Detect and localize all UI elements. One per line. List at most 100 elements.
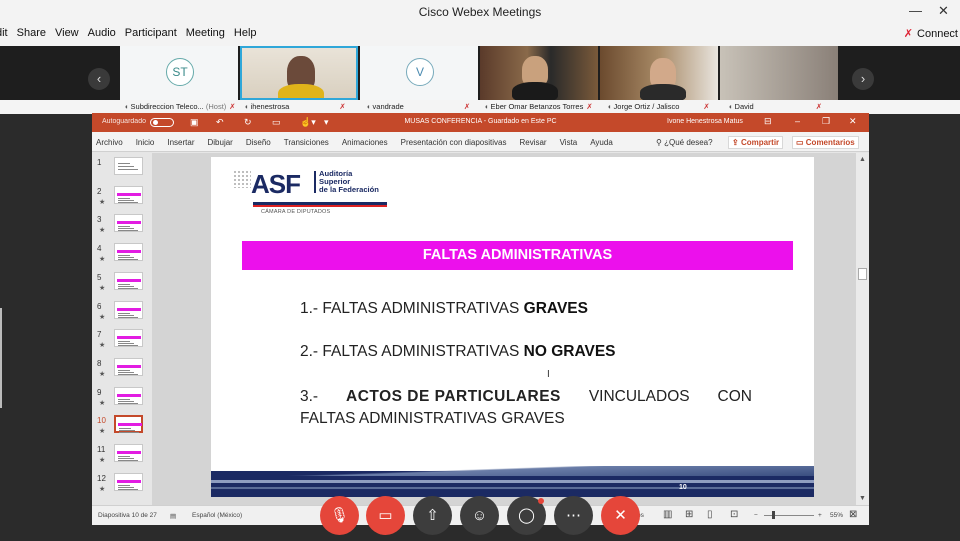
thumbnail-line (118, 486, 134, 488)
strip-next-button[interactable]: › (852, 68, 874, 90)
scroll-up-icon[interactable]: ▲ (859, 156, 866, 163)
current-slide[interactable]: ASF Auditoría Superior de la Federación … (211, 157, 814, 497)
animation-star-icon: ★ (99, 227, 106, 235)
participant-video-tile[interactable] (720, 46, 838, 100)
slide-thumbnail[interactable]: 3 ★ (92, 213, 152, 239)
slide-thumbnail[interactable]: 8 ★ (92, 357, 152, 383)
tab-vista[interactable]: Vista (560, 138, 578, 147)
tab-insertar[interactable]: Insertar (167, 138, 194, 147)
slide-thumbnail[interactable]: 6 ★ (92, 300, 152, 326)
logo-separator (314, 171, 316, 193)
thumbnail-line (118, 484, 130, 486)
menu-share[interactable]: Share (17, 27, 46, 39)
thumbnail-banner (118, 423, 142, 427)
tab-transiciones[interactable]: Transiciones (284, 138, 329, 147)
thumbnail-number: 3 (97, 215, 102, 225)
minimize-icon[interactable]: – (795, 116, 800, 126)
headset-icon: ◖ (244, 102, 249, 111)
slide-thumbnail[interactable]: 1 (92, 156, 152, 182)
participants-icon: ☺ (471, 507, 488, 524)
participant-strip: ‹ › ST V ◖ Subdireccion Teleco... (Host) ✗… (0, 46, 960, 114)
slide-thumbnail[interactable]: 4 ★ (92, 242, 152, 268)
vertical-scrollbar[interactable]: ▲ ▼ (856, 153, 869, 505)
menu-meeting[interactable]: Meeting (186, 27, 225, 39)
menu-help[interactable]: Help (234, 27, 257, 39)
comments-button[interactable]: ▭ Comentarios (792, 136, 859, 149)
app-title: Cisco Webex Meetings (418, 5, 542, 19)
tab-ayuda[interactable]: Ayuda (590, 138, 613, 147)
thumbnail-line (118, 456, 130, 457)
slide-thumbnail[interactable]: 5 ★ (92, 271, 152, 297)
close-window-icon[interactable]: ✕ (938, 3, 949, 19)
thumbnail-number: 11 (97, 445, 106, 454)
tab-archivo[interactable]: Archivo (96, 138, 123, 147)
participant-tile[interactable]: V (360, 46, 478, 100)
thumbnail-line (118, 163, 130, 164)
thumbnail-image (114, 444, 143, 462)
participant-name: ◖ David ✗ (728, 102, 823, 111)
participant-names-bar: ◖ Subdireccion Teleco... (Host) ✗ ◖ ihenest… (0, 100, 960, 114)
slide-thumbnail[interactable]: 7 ★ (92, 328, 152, 354)
participant-video-tile[interactable] (240, 46, 358, 100)
chat-icon: ◯ (518, 507, 535, 524)
participants-button[interactable]: ☺ (460, 496, 499, 535)
slide-thumbnail[interactable]: 11 ★ (92, 443, 152, 469)
headset-icon: ◖ (124, 102, 129, 111)
minimize-icon[interactable]: — (909, 3, 922, 18)
restore-icon[interactable]: ❐ (822, 116, 830, 127)
tell-me-search[interactable]: ⚲ ¿Qué desea? (656, 138, 713, 147)
share-button[interactable]: ⇪ Compartir (728, 136, 784, 149)
mic-off-icon: 🎙︎ (329, 507, 350, 524)
slide-thumbnail[interactable]: 9 ★ (92, 386, 152, 412)
thumbnail-line (118, 287, 138, 289)
tab-inicio[interactable]: Inicio (136, 138, 155, 147)
menu-participant[interactable]: Participant (125, 27, 177, 39)
participant-video-tile[interactable] (600, 46, 718, 100)
slide-title-banner: FALTAS ADMINISTRATIVAS (242, 241, 793, 270)
more-options-button[interactable]: ⋯ (554, 496, 593, 535)
mic-muted-icon: ✗ (703, 102, 710, 111)
ribbon-options-icon[interactable]: ⊟ (764, 116, 772, 127)
slide-thumbnail[interactable]: 10 ★ (92, 414, 152, 440)
tab-presentacion[interactable]: Presentación con diapositivas (401, 138, 507, 147)
avatar: ST (166, 58, 194, 86)
logo-word: ASF (251, 169, 301, 199)
thumbnail-banner (117, 479, 141, 483)
participant-tile[interactable]: ST (120, 46, 238, 100)
thumbnail-banner (117, 451, 141, 454)
close-icon[interactable]: ✕ (849, 116, 857, 127)
leave-meeting-button[interactable]: ✕ (601, 496, 640, 535)
slide-thumbnail[interactable]: 2 ★ (92, 185, 152, 211)
thumbnail-banner (117, 192, 141, 196)
stop-video-button[interactable]: ▭ (366, 496, 405, 535)
menu-audio[interactable]: Audio (88, 27, 116, 39)
thumbnail-line (118, 314, 134, 316)
tab-animaciones[interactable]: Animaciones (342, 138, 388, 147)
scroll-thumb[interactable] (858, 268, 867, 280)
participant-name: ◖ Subdireccion Teleco... (Host) ✗ (124, 102, 236, 111)
participant-video-tile[interactable] (480, 46, 598, 100)
tab-diseno[interactable]: Diseño (246, 138, 271, 147)
thumbnail-image (114, 214, 143, 233)
mic-muted-icon: ✗ (229, 102, 236, 111)
user-name[interactable]: Ivone Henestrosa Matus (667, 118, 743, 125)
tab-dibujar[interactable]: Dibujar (208, 138, 233, 147)
thumbnail-number: 7 (97, 330, 102, 340)
tab-revisar[interactable]: Revisar (519, 138, 546, 147)
animation-star-icon: ★ (99, 428, 106, 436)
menu-view[interactable]: View (55, 27, 79, 39)
mic-muted-icon: ✗ (463, 102, 471, 111)
menu-edit[interactable]: dit (0, 27, 8, 39)
logo-dots (233, 170, 251, 188)
list-item-3: 3.- ACTOS DE PARTICULARES VINCULADOS CON… (300, 388, 752, 427)
thumbnail-number: 10 (97, 416, 106, 426)
share-content-button[interactable]: ⇧ (413, 496, 452, 535)
document-title: MUSAS CONFERENCIA - Guardado en Este PC (404, 118, 557, 125)
thumbnail-image (114, 472, 143, 491)
strip-prev-button[interactable]: ‹ (88, 68, 110, 90)
thumbnail-line (118, 400, 134, 402)
thumbnail-line (118, 312, 130, 314)
connect-audio[interactable]: ✗ Connect (904, 27, 958, 40)
mute-button[interactable]: 🎙︎ (320, 496, 359, 535)
animation-star-icon: ★ (99, 399, 106, 407)
